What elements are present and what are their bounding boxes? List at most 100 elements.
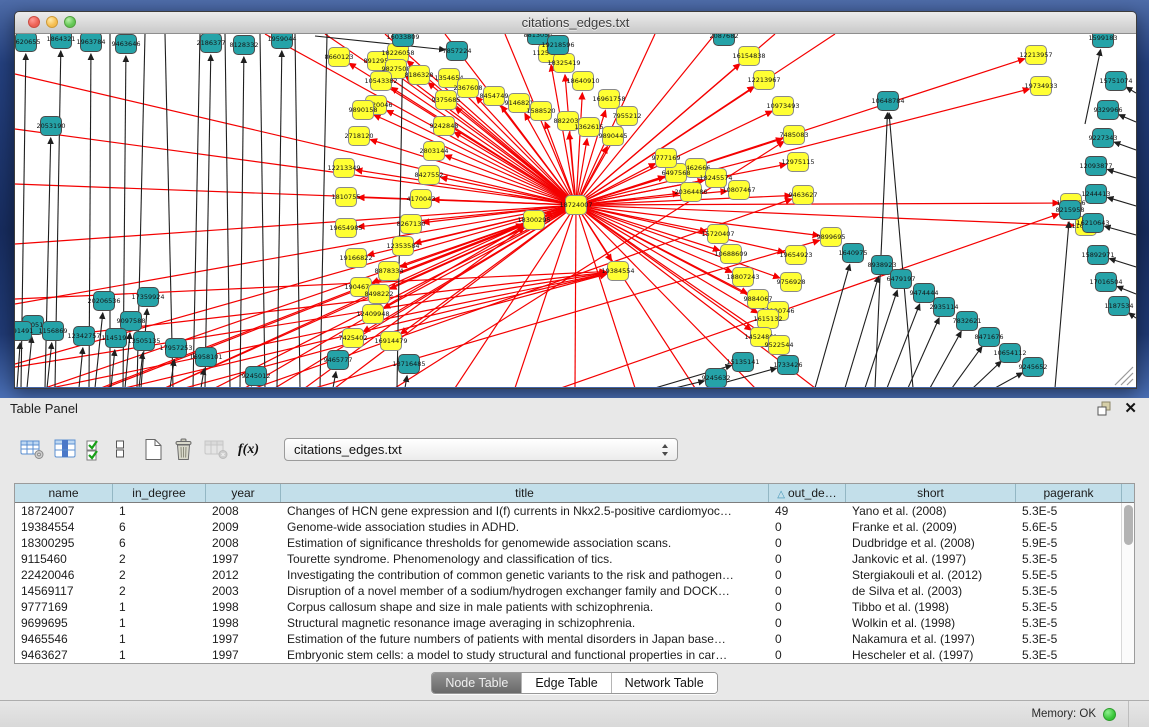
network-node[interactable]: 1733426 [774, 356, 803, 375]
network-node[interactable]: 16154838 [732, 47, 765, 66]
select-columns-icon[interactable] [86, 437, 106, 463]
network-node[interactable]: 1187534 [1105, 297, 1134, 316]
table-row[interactable]: 977716911998Corpus callosum shape and si… [15, 599, 1121, 615]
network-node[interactable]: 2367608 [454, 79, 483, 98]
network-node[interactable]: 2087682 [710, 34, 739, 46]
network-node[interactable]: 17016504 [1089, 273, 1122, 292]
column-header-name[interactable]: name [15, 484, 113, 502]
network-node[interactable]: 8498222 [365, 285, 394, 304]
network-node[interactable]: 10654112 [993, 344, 1026, 363]
network-node[interactable]: 17359924 [131, 288, 164, 307]
network-node[interactable]: 9463627 [789, 186, 818, 205]
table-row[interactable]: 1456911722003Disruption of a novel membe… [15, 583, 1121, 599]
float-panel-icon[interactable] [1097, 401, 1112, 416]
column-header-short[interactable]: short [846, 484, 1016, 502]
network-node[interactable]: 18807243 [726, 268, 759, 287]
table-row[interactable]: 1830029562008Estimation of significance … [15, 535, 1121, 551]
network-node[interactable]: 9465777 [324, 351, 353, 370]
network-node[interactable]: 9375685 [432, 91, 461, 110]
tab-edge-table[interactable]: Edge Table [521, 673, 610, 693]
network-node[interactable]: 1959044 [268, 34, 297, 49]
network-node[interactable]: 1864321 [47, 34, 76, 49]
table-row[interactable]: 911546021997Tourette syndrome. Phenomeno… [15, 551, 1121, 567]
column-header-in_degree[interactable]: in_degree [113, 484, 206, 502]
network-node[interactable]: 1640975 [839, 244, 868, 263]
show-columns-icon[interactable] [54, 437, 77, 463]
scrollbar-thumb[interactable] [1124, 505, 1133, 545]
network-node[interactable]: 1244413 [1082, 185, 1111, 204]
network-node[interactable]: 8186328 [405, 66, 434, 85]
network-node[interactable]: 2186377 [197, 34, 226, 53]
network-node[interactable]: 18640910 [566, 72, 599, 91]
row-height-icon[interactable] [115, 437, 126, 463]
table-row[interactable]: 1938455462009Genome-wide association stu… [15, 519, 1121, 535]
network-node[interactable]: 9245632 [702, 369, 731, 388]
window-zoom-button[interactable] [64, 16, 76, 28]
column-header-year[interactable]: year [206, 484, 281, 502]
network-node[interactable]: 9245012 [242, 367, 271, 386]
network-node[interactable]: 13505135 [127, 332, 160, 351]
network-node[interactable]: 6479197 [887, 270, 916, 289]
network-node[interactable]: 8471676 [975, 328, 1004, 347]
network-node[interactable]: 9522544 [765, 336, 794, 355]
network-node[interactable]: 8215958 [1056, 201, 1085, 220]
network-node[interactable]: 8267130 [397, 215, 426, 234]
create-table-icon[interactable] [143, 437, 164, 463]
network-window-titlebar[interactable]: citations_edges.txt [15, 12, 1136, 34]
network-node[interactable]: 9777169 [652, 149, 681, 168]
network-node[interactable]: 10973493 [766, 97, 799, 116]
network-node[interactable]: 2053190 [37, 117, 66, 136]
network-node[interactable]: 15720407 [701, 225, 734, 244]
network-node[interactable]: 9227343 [1089, 129, 1118, 148]
network-node[interactable]: 1810755 [332, 188, 361, 207]
network-node[interactable]: 15135141 [726, 353, 759, 372]
network-node[interactable]: 8660123 [325, 48, 354, 67]
network-node[interactable]: 7425402 [339, 329, 368, 348]
network-node[interactable]: 9890158 [349, 101, 378, 120]
network-node[interactable]: 2718120 [345, 127, 374, 146]
canvas-resize-grip[interactable] [1115, 367, 1133, 385]
column-header-out_de[interactable]: △out_de… [769, 484, 846, 502]
network-node[interactable]: 8427552 [415, 166, 444, 185]
network-node[interactable]: 10688609 [714, 245, 747, 264]
table-row[interactable]: 1872400712008Changes of HCN gene express… [15, 503, 1121, 519]
network-node[interactable]: 2935114 [930, 298, 959, 317]
network-node[interactable]: 391491 [15, 322, 33, 341]
network-node[interactable]: 9329966 [1094, 101, 1123, 120]
network-node[interactable]: 8128332 [230, 36, 259, 55]
network-node[interactable]: 9890445 [599, 127, 628, 146]
network-node[interactable]: 2803144 [420, 142, 449, 161]
network-node[interactable]: 7955212 [613, 107, 642, 126]
table-row[interactable]: 2242004622012Investigating the contribut… [15, 567, 1121, 583]
tab-network-table[interactable]: Network Table [611, 673, 717, 693]
delete-table-icon[interactable] [173, 437, 195, 463]
network-node[interactable]: 9242848 [430, 117, 459, 136]
window-minimize-button[interactable] [46, 16, 58, 28]
network-node[interactable]: 19734933 [1024, 77, 1057, 96]
network-node[interactable]: 16961758 [592, 90, 625, 109]
network-node[interactable]: 12353584 [386, 237, 419, 256]
network-node[interactable]: 1588520 [527, 102, 556, 121]
table-settings-icon[interactable] [20, 437, 45, 463]
window-close-button[interactable] [28, 16, 40, 28]
network-node[interactable]: 9899695 [817, 228, 846, 247]
network-node[interactable]: 9756928 [777, 273, 806, 292]
network-node[interactable]: 7485083 [780, 126, 809, 145]
network-canvas[interactable]: 1872400786601238912954182260589827508818… [15, 34, 1136, 387]
network-node[interactable]: 7832621 [953, 312, 982, 331]
network-node[interactable]: 12093877 [1079, 157, 1112, 176]
network-node[interactable]: 19654923 [779, 246, 812, 265]
network-node[interactable]: 1145194 [102, 329, 131, 348]
network-node[interactable]: 1599183 [1089, 34, 1118, 48]
column-header-title[interactable]: title [281, 484, 769, 502]
network-node[interactable]: 1156869 [39, 322, 68, 341]
network-node[interactable]: 1615132 [754, 310, 783, 329]
close-panel-icon[interactable]: ✕ [1124, 401, 1137, 416]
network-node[interactable]: 12342757 [67, 327, 100, 346]
network-node[interactable]: 10807467 [722, 181, 755, 200]
network-node[interactable]: 15892971 [1081, 246, 1114, 265]
network-node[interactable]: 1963784 [77, 34, 106, 52]
column-header-pagerank[interactable]: pagerank [1016, 484, 1122, 502]
function-builder-icon[interactable]: f(x) [238, 437, 259, 463]
network-node[interactable]: 9245652 [1019, 358, 1048, 377]
